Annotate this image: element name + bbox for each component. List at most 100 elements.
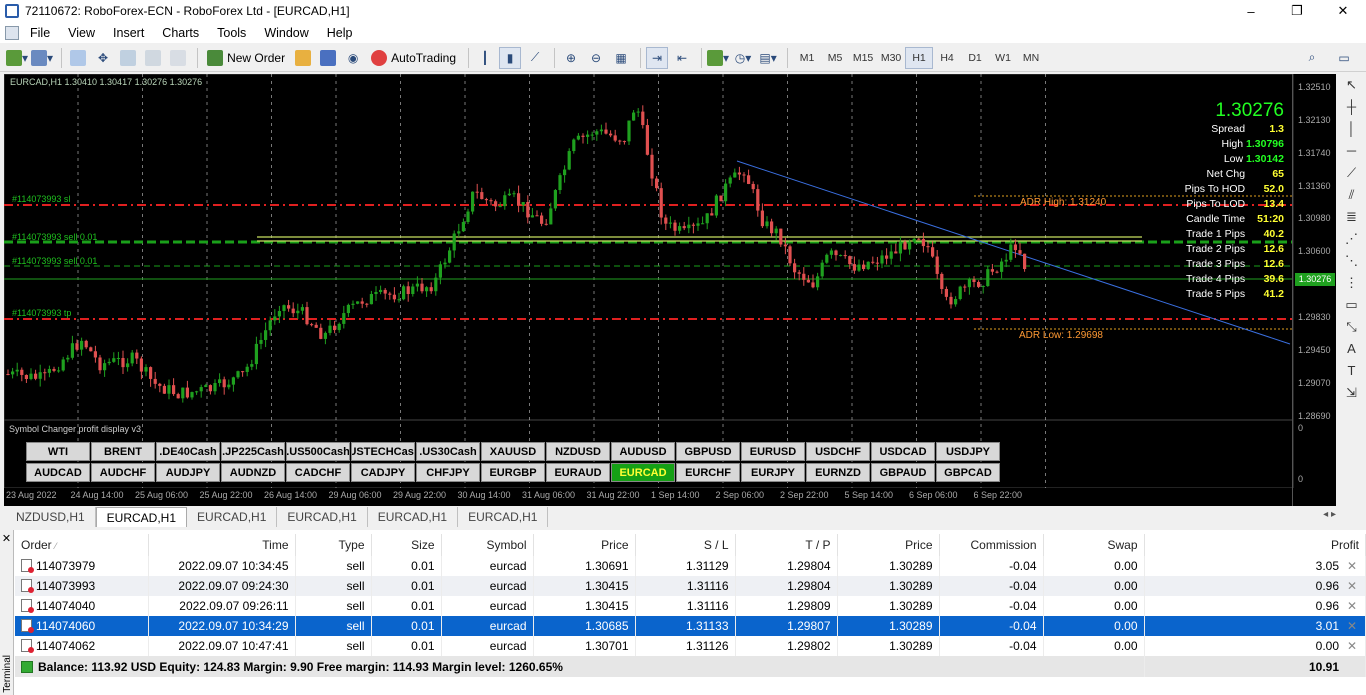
- menu-file[interactable]: File: [21, 26, 59, 40]
- close-order-icon[interactable]: ✕: [1345, 559, 1359, 573]
- column-header[interactable]: Price: [533, 534, 636, 556]
- symbol-button[interactable]: EURCHF: [676, 463, 740, 482]
- timeframe-m30[interactable]: M30: [877, 47, 905, 69]
- menu-insert[interactable]: Insert: [104, 26, 153, 40]
- timeframe-h1[interactable]: H1: [905, 46, 934, 69]
- close-order-icon[interactable]: ✕: [1345, 599, 1359, 613]
- order-row[interactable]: 114073993 2022.09.07 09:24:30 sell 0.01 eurc…: [15, 576, 1366, 596]
- tab-scroll-arrows[interactable]: ◂ ▸: [1323, 509, 1336, 520]
- symbol-button[interactable]: CHFJPY: [416, 463, 480, 482]
- line-chart-icon[interactable]: ⟋: [524, 47, 546, 69]
- crosshair-icon[interactable]: ┼: [1337, 96, 1366, 118]
- symbol-button[interactable]: XAUUSD: [481, 442, 545, 461]
- chart-shift-icon[interactable]: ⇤: [671, 47, 693, 69]
- arrows-icon[interactable]: ⤡: [1337, 316, 1366, 338]
- chart-tab[interactable]: EURCAD,H1: [187, 507, 278, 527]
- timeframe-d1[interactable]: D1: [961, 47, 989, 69]
- menu-tools[interactable]: Tools: [208, 26, 255, 40]
- metaeditor-icon[interactable]: [292, 47, 314, 69]
- order-row[interactable]: 114074040 2022.09.07 09:26:11 sell 0.01 eurc…: [15, 596, 1366, 616]
- symbol-button[interactable]: GBPCAD: [936, 463, 1000, 482]
- chart-tab[interactable]: EURCAD,H1: [368, 507, 459, 527]
- column-header[interactable]: Type: [295, 534, 372, 556]
- symbol-button[interactable]: EURAUD: [546, 463, 610, 482]
- symbol-button[interactable]: AUDUSD: [611, 442, 675, 461]
- templates-icon[interactable]: ▤▾: [757, 47, 779, 69]
- symbol-button[interactable]: EURJPY: [741, 463, 805, 482]
- close-order-icon[interactable]: ✕: [1345, 579, 1359, 593]
- column-header[interactable]: T / P: [735, 534, 838, 556]
- symbol-button[interactable]: USDCAD: [871, 442, 935, 461]
- gann-icon[interactable]: ⋰: [1337, 228, 1366, 250]
- chat-icon[interactable]: ▭: [1333, 47, 1355, 69]
- timeframe-w1[interactable]: W1: [989, 47, 1017, 69]
- market-watch-icon[interactable]: [67, 47, 89, 69]
- chart-tab[interactable]: EURCAD,H1: [458, 507, 549, 527]
- column-header[interactable]: Size: [371, 534, 442, 556]
- column-header[interactable]: Order ⁄: [15, 534, 149, 556]
- data-window-icon[interactable]: [117, 47, 139, 69]
- terminal-icon[interactable]: [142, 47, 164, 69]
- cycle-lines-icon[interactable]: ⋮: [1337, 272, 1366, 294]
- close-order-icon[interactable]: ✕: [1345, 619, 1359, 633]
- maximize-button[interactable]: ❐: [1274, 0, 1320, 22]
- menu-view[interactable]: View: [59, 26, 104, 40]
- symbol-button[interactable]: WTI: [26, 442, 90, 461]
- vertical-line-icon[interactable]: │: [1337, 118, 1366, 140]
- symbol-button[interactable]: EURNZD: [806, 463, 870, 482]
- zoom-in-icon[interactable]: ⊕: [560, 47, 582, 69]
- minimize-button[interactable]: –: [1228, 0, 1274, 22]
- trendline-icon[interactable]: ⟋: [1337, 162, 1366, 184]
- close-button[interactable]: ✕: [1320, 0, 1366, 22]
- symbol-button[interactable]: .DE40Cash: [156, 442, 220, 461]
- symbol-button[interactable]: USDCHF: [806, 442, 870, 461]
- price-chart[interactable]: EURCAD,H1 1.30410 1.30417 1.30276 1.3027…: [4, 74, 1336, 506]
- timeframe-m5[interactable]: M5: [821, 47, 849, 69]
- channel-icon[interactable]: ⫽: [1337, 184, 1366, 206]
- symbol-button[interactable]: USDJPY: [936, 442, 1000, 461]
- auto-scroll-icon[interactable]: ⇥: [646, 46, 669, 69]
- symbol-button[interactable]: .US500Cash: [286, 442, 350, 461]
- symbol-button[interactable]: CADCHF: [286, 463, 350, 482]
- order-row[interactable]: 114074062 2022.09.07 10:47:41 sell 0.01 eurc…: [15, 636, 1366, 656]
- symbol-button[interactable]: CADJPY: [351, 463, 415, 482]
- fibonacci-icon[interactable]: ≣: [1337, 206, 1366, 228]
- column-header[interactable]: Commission: [939, 534, 1044, 556]
- signals-icon[interactable]: ◉: [342, 47, 364, 69]
- column-header[interactable]: Profit: [1144, 534, 1366, 556]
- text-icon[interactable]: T: [1337, 360, 1366, 382]
- symbol-button[interactable]: AUDJPY: [156, 463, 220, 482]
- symbol-button[interactable]: GBPAUD: [871, 463, 935, 482]
- close-terminal-icon[interactable]: ✕: [0, 532, 13, 545]
- symbol-button[interactable]: AUDNZD: [221, 463, 285, 482]
- profiles-button[interactable]: ▾: [31, 47, 53, 69]
- symbol-button[interactable]: AUDCAD: [26, 463, 90, 482]
- rectangle-icon[interactable]: ▭: [1337, 294, 1366, 316]
- column-header[interactable]: Swap: [1043, 534, 1145, 556]
- chart-tab[interactable]: EURCAD,H1: [277, 507, 368, 527]
- order-row[interactable]: 114074060 2022.09.07 10:34:29 sell 0.01 eurc…: [15, 616, 1366, 636]
- candlestick-icon[interactable]: ▮: [499, 46, 522, 69]
- bar-chart-icon[interactable]: ┃: [474, 47, 496, 69]
- symbol-button[interactable]: BRENT: [91, 442, 155, 461]
- periods-clock-icon[interactable]: ◷▾: [732, 47, 754, 69]
- timeframe-mn[interactable]: MN: [1017, 47, 1045, 69]
- symbol-button[interactable]: AUDCHF: [91, 463, 155, 482]
- column-header[interactable]: Symbol: [441, 534, 534, 556]
- pitchfork-icon[interactable]: ⋱: [1337, 250, 1366, 272]
- timeframe-m1[interactable]: M1: [793, 47, 821, 69]
- symbol-button[interactable]: EURUSD: [741, 442, 805, 461]
- symbol-button[interactable]: EURCAD: [611, 463, 675, 482]
- menu-charts[interactable]: Charts: [153, 26, 208, 40]
- tester-icon[interactable]: [167, 47, 189, 69]
- tile-windows-icon[interactable]: ▦: [610, 47, 632, 69]
- symbol-button[interactable]: .US30Cash: [416, 442, 480, 461]
- timeframe-h4[interactable]: H4: [933, 47, 961, 69]
- symbol-button[interactable]: .USTECHCash: [351, 442, 415, 461]
- autotrading-button[interactable]: AutoTrading: [367, 47, 460, 69]
- zoom-out-icon[interactable]: ⊖: [585, 47, 607, 69]
- menu-window[interactable]: Window: [255, 26, 317, 40]
- close-order-icon[interactable]: ✕: [1345, 639, 1359, 653]
- horizontal-line-icon[interactable]: ─: [1337, 140, 1366, 162]
- more-tools-icon[interactable]: ⇲: [1337, 382, 1366, 404]
